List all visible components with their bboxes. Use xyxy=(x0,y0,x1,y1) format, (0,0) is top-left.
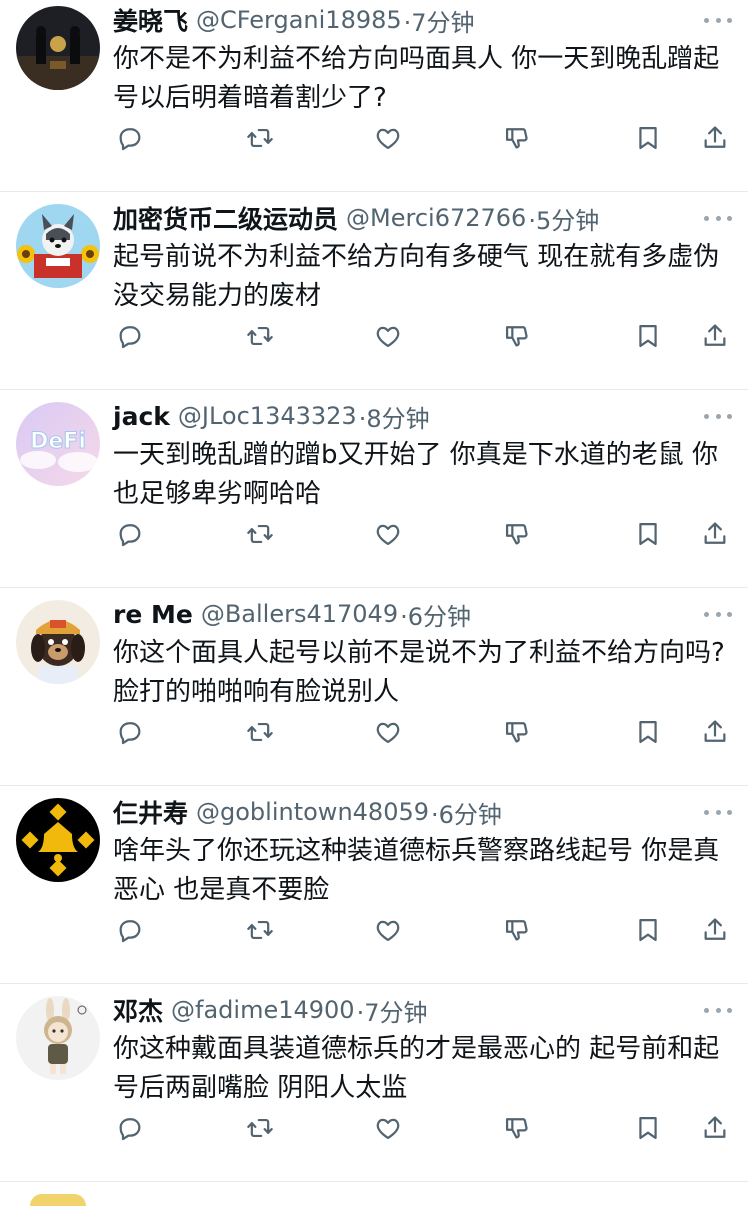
dislike-icon[interactable] xyxy=(497,118,537,158)
display-name[interactable]: 加密货币二级运动员 xyxy=(113,200,338,236)
avatar[interactable] xyxy=(16,996,100,1080)
svg-text:DeFi: DeFi xyxy=(30,429,86,454)
more-options-icon[interactable] xyxy=(704,10,732,30)
action-bar xyxy=(110,118,730,158)
tweet[interactable]: 邓杰 @fadime14900 ·7分钟 你这种戴面具装道德标兵的才是最恶心的 … xyxy=(0,984,748,1182)
tweet-text: 啥年头了你还玩这种装道德标兵警察路线起号 你是真恶心 也是真不要脸 xyxy=(113,836,720,905)
handle[interactable]: @fadime14900 xyxy=(171,996,355,1024)
handle[interactable]: @CFergani18985 xyxy=(196,6,402,34)
display-name[interactable]: re Me xyxy=(113,600,193,629)
retweet-icon[interactable] xyxy=(240,910,280,950)
bookmark-icon[interactable] xyxy=(628,910,668,950)
tweet-text: 一天到晚乱蹭的蹭b又开始了 你真是下水道的老鼠 你也足够卑劣啊哈哈 xyxy=(113,440,719,509)
timestamp[interactable]: ·5分钟 xyxy=(528,201,599,236)
share-icon[interactable] xyxy=(695,118,735,158)
handle[interactable]: @Merci672766 xyxy=(346,204,526,232)
reply-icon[interactable] xyxy=(110,316,150,356)
retweet-icon[interactable] xyxy=(240,118,280,158)
display-name[interactable]: 仨井寿 xyxy=(113,794,188,830)
avatar[interactable] xyxy=(16,204,100,288)
action-bar xyxy=(110,910,730,950)
dislike-icon[interactable] xyxy=(497,514,537,554)
tweet[interactable]: 加密货币二级运动员 @Merci672766 ·5分钟 起号前说不为利益不给方向… xyxy=(0,192,748,390)
bookmark-icon[interactable] xyxy=(628,712,668,752)
reply-icon[interactable] xyxy=(110,514,150,554)
reply-icon[interactable] xyxy=(110,1108,150,1148)
retweet-icon[interactable] xyxy=(240,712,280,752)
more-options-icon[interactable] xyxy=(704,208,732,228)
next-tweet-peek xyxy=(0,1188,748,1206)
handle[interactable]: @goblintown48059 xyxy=(196,798,429,826)
display-name[interactable]: 姜晓飞 xyxy=(113,2,188,38)
tweet[interactable]: 仨井寿 @goblintown48059 ·6分钟 啥年头了你还玩这种装道德标兵… xyxy=(0,786,748,984)
dislike-icon[interactable] xyxy=(497,910,537,950)
retweet-icon[interactable] xyxy=(240,514,280,554)
tweet-text: 你不是不为利益不给方向吗面具人 你一天到晚乱蹭起号以后明着暗着割少了? xyxy=(113,44,720,113)
dislike-icon[interactable] xyxy=(497,316,537,356)
action-bar xyxy=(110,316,730,356)
share-icon[interactable] xyxy=(695,1108,735,1148)
more-options-icon[interactable] xyxy=(704,604,732,624)
tweet-text: 起号前说不为利益不给方向有多硬气 现在就有多虚伪 没交易能力的废材 xyxy=(113,242,720,311)
bookmark-icon[interactable] xyxy=(628,118,668,158)
action-bar xyxy=(110,712,730,752)
tweet-text: 你这个面具人起号以前不是说不为了利益不给方向吗? 脸打的啪啪响有脸说别人 xyxy=(113,638,725,707)
tweet[interactable]: 姜晓飞 @CFergani18985 ·7分钟 你不是不为利益不给方向吗面具人 … xyxy=(0,0,748,192)
timestamp[interactable]: ·8分钟 xyxy=(359,399,430,434)
action-bar xyxy=(110,514,730,554)
tweet-text: 你这种戴面具装道德标兵的才是最恶心的 起号前和起号后两副嘴脸 阴阳人太监 xyxy=(113,1034,720,1103)
reply-icon[interactable] xyxy=(110,118,150,158)
timestamp[interactable]: ·7分钟 xyxy=(357,993,428,1028)
avatar[interactable] xyxy=(16,798,100,882)
retweet-icon[interactable] xyxy=(240,1108,280,1148)
timestamp[interactable]: ·6分钟 xyxy=(431,795,502,830)
like-icon[interactable] xyxy=(368,1108,408,1148)
tweet[interactable]: re Me @Ballers417049 ·6分钟 你这个面具人起号以前不是说不… xyxy=(0,588,748,786)
timestamp[interactable]: ·6分钟 xyxy=(400,597,471,632)
like-icon[interactable] xyxy=(368,712,408,752)
bookmark-icon[interactable] xyxy=(628,316,668,356)
reply-icon[interactable] xyxy=(110,712,150,752)
share-icon[interactable] xyxy=(695,712,735,752)
avatar[interactable]: DeFi xyxy=(16,402,100,486)
like-icon[interactable] xyxy=(368,514,408,554)
share-icon[interactable] xyxy=(695,514,735,554)
dislike-icon[interactable] xyxy=(497,1108,537,1148)
display-name[interactable]: jack xyxy=(113,402,170,431)
more-options-icon[interactable] xyxy=(704,1000,732,1020)
reply-icon[interactable] xyxy=(110,910,150,950)
handle[interactable]: @Ballers417049 xyxy=(201,600,398,628)
more-options-icon[interactable] xyxy=(704,802,732,822)
timestamp[interactable]: ·7分钟 xyxy=(404,3,475,38)
like-icon[interactable] xyxy=(368,910,408,950)
bookmark-icon[interactable] xyxy=(628,1108,668,1148)
bookmark-icon[interactable] xyxy=(628,514,668,554)
tweet[interactable]: DeFi jack @JLoc1343323 ·8分钟 一天到晚乱蹭的蹭b又开始… xyxy=(0,390,748,588)
display-name[interactable]: 邓杰 xyxy=(113,992,163,1028)
more-options-icon[interactable] xyxy=(704,406,732,426)
like-icon[interactable] xyxy=(368,118,408,158)
dislike-icon[interactable] xyxy=(497,712,537,752)
avatar[interactable] xyxy=(16,6,100,90)
share-icon[interactable] xyxy=(695,910,735,950)
like-icon[interactable] xyxy=(368,316,408,356)
avatar[interactable] xyxy=(16,600,100,684)
share-icon[interactable] xyxy=(695,316,735,356)
action-bar xyxy=(110,1108,730,1148)
avatar xyxy=(30,1194,86,1206)
handle[interactable]: @JLoc1343323 xyxy=(178,402,357,430)
retweet-icon[interactable] xyxy=(240,316,280,356)
